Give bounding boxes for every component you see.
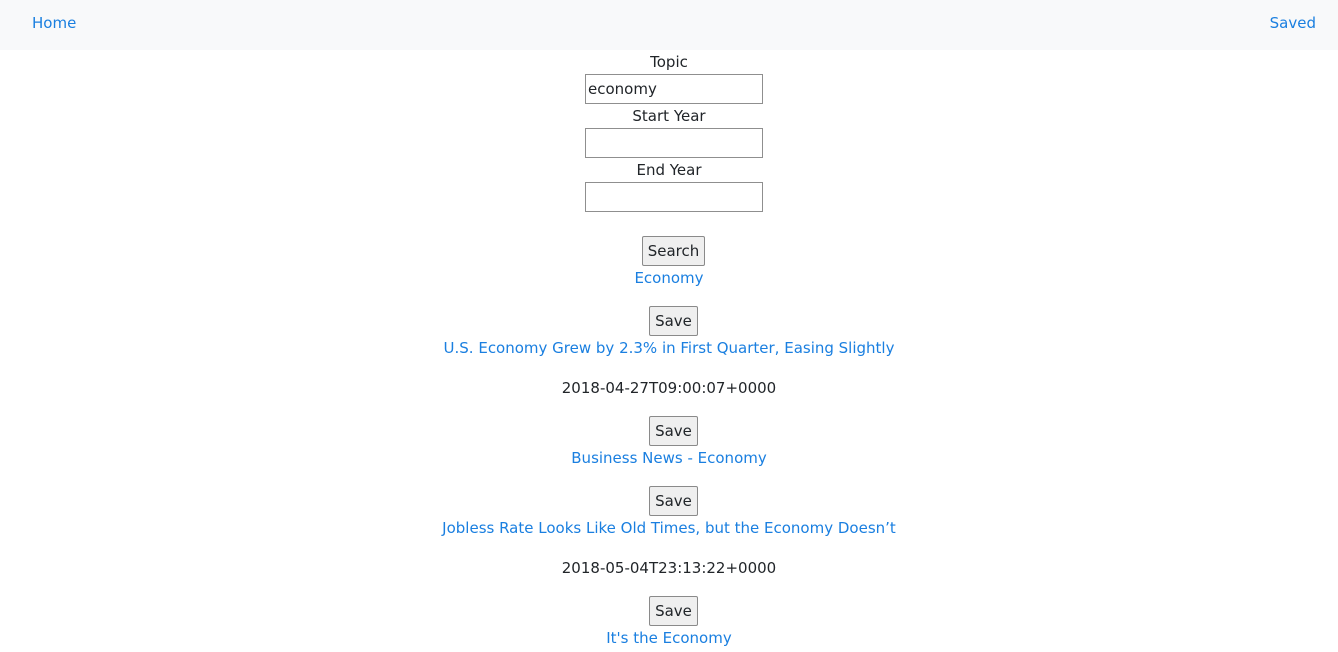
search-button[interactable]: Search bbox=[642, 236, 705, 266]
nav-home-link[interactable]: Home bbox=[32, 13, 76, 33]
save-button[interactable]: Save bbox=[649, 486, 698, 516]
navbar: Home Saved bbox=[0, 0, 1338, 50]
start-year-input[interactable] bbox=[585, 128, 763, 158]
topic-input[interactable] bbox=[585, 74, 763, 104]
start-year-label: Start Year bbox=[632, 107, 706, 125]
result-date: 2018-05-04T23:13:22+0000 bbox=[561, 559, 777, 577]
result-title-link[interactable]: It's the Economy bbox=[606, 629, 731, 647]
end-year-input[interactable] bbox=[585, 182, 763, 212]
nav-saved-link[interactable]: Saved bbox=[1270, 13, 1316, 33]
save-button[interactable]: Save bbox=[649, 596, 698, 626]
result-title-link[interactable]: Economy bbox=[634, 269, 703, 287]
result-item: U.S. Economy Grew by 2.3% in First Quart… bbox=[0, 338, 1338, 358]
result-title-link[interactable]: U.S. Economy Grew by 2.3% in First Quart… bbox=[444, 339, 895, 357]
end-year-label: End Year bbox=[636, 161, 702, 179]
result-item: It's the Economy bbox=[0, 628, 1338, 648]
result-title-link[interactable]: Business News - Economy bbox=[571, 449, 766, 467]
save-button[interactable]: Save bbox=[649, 416, 698, 446]
save-button[interactable]: Save bbox=[649, 306, 698, 336]
result-title-link[interactable]: Jobless Rate Looks Like Old Times, but t… bbox=[442, 519, 896, 537]
topic-label: Topic bbox=[650, 53, 688, 71]
result-item: Jobless Rate Looks Like Old Times, but t… bbox=[0, 518, 1338, 538]
result-item: Economy bbox=[0, 268, 1338, 288]
result-date: 2018-04-27T09:00:07+0000 bbox=[561, 379, 777, 397]
result-item: Business News - Economy bbox=[0, 448, 1338, 468]
